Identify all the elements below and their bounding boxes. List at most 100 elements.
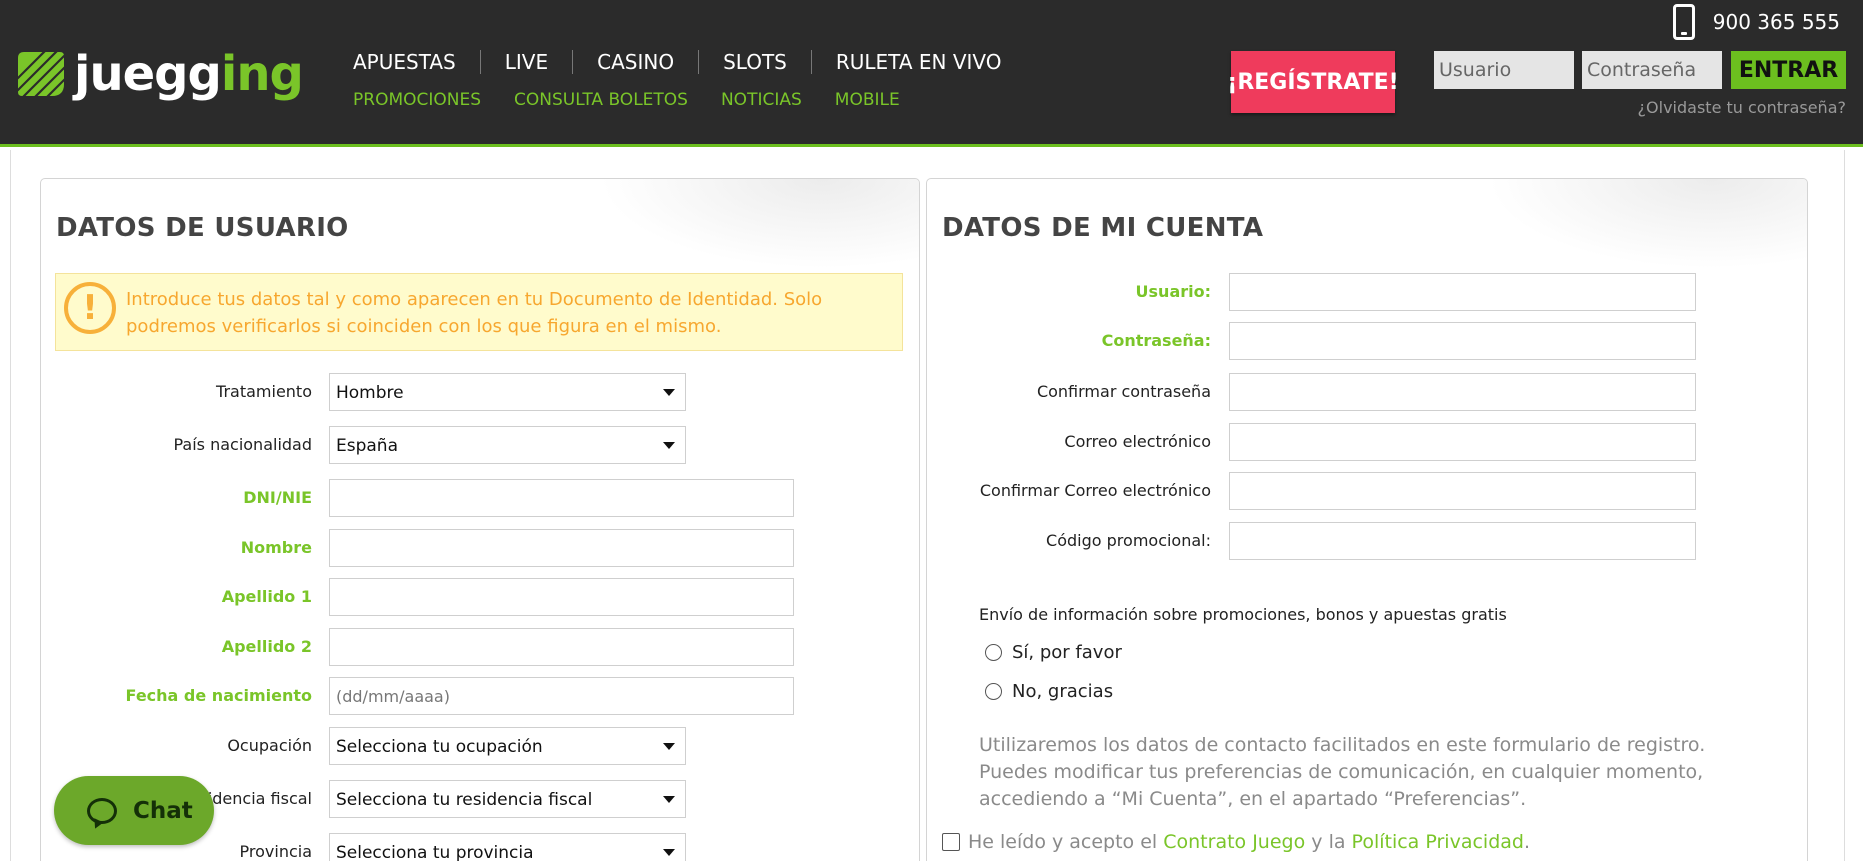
usuario-label: Usuario: (1135, 282, 1211, 301)
accept-terms-checkbox[interactable] (942, 833, 960, 851)
dni-row: DNI/NIE (41, 479, 901, 517)
ocupacion-select[interactable]: Selecciona tu ocupación (329, 727, 686, 765)
chevron-down-icon (663, 796, 675, 803)
codigo-input[interactable] (1229, 522, 1696, 560)
nav-ruleta-en-vivo[interactable]: RULETA EN VIVO (810, 50, 1026, 74)
confirmar-correo-label: Confirmar Correo electrónico (979, 481, 1211, 500)
radio-no[interactable] (985, 683, 1002, 700)
account-data-panel: DATOS DE MI CUENTA Usuario: Contraseña: … (926, 178, 1808, 861)
nav-slots[interactable]: SLOTS (698, 50, 811, 74)
contrasena-label: Contraseña: (1101, 331, 1211, 350)
tratamiento-value: Hombre (336, 383, 404, 403)
logo-mark-icon (18, 52, 64, 96)
pais-value: España (336, 436, 398, 456)
logo-text-accent: ing (220, 46, 304, 102)
accept-prefix: He leído y acepto el (968, 831, 1158, 853)
provincia-label: Provincia (239, 842, 312, 861)
chat-bubble-icon (87, 797, 117, 824)
fecha-row: Fecha de nacimiento (41, 677, 901, 715)
confirmar-contrasena-label: Confirmar contraseña (1036, 382, 1211, 401)
confirmar-contrasena-row: Confirmar contraseña (927, 373, 1787, 411)
correo-input[interactable] (1229, 423, 1696, 461)
apellido1-row: Apellido 1 (41, 578, 901, 616)
confirmar-contrasena-input[interactable] (1229, 373, 1696, 411)
logo-text-main: juegg (74, 46, 222, 102)
nombre-input[interactable] (329, 529, 794, 567)
ocupacion-label: Ocupación (227, 736, 312, 755)
promo-no-option[interactable]: No, gracias (985, 681, 1113, 702)
pais-select[interactable]: España (329, 426, 686, 464)
logo[interactable]: juegging (14, 46, 304, 102)
ocupacion-row: Ocupación Selecciona tu ocupación (41, 727, 901, 765)
usuario-row: Usuario: (927, 273, 1787, 311)
correo-row: Correo electrónico (927, 423, 1787, 461)
nav-consulta-boletos[interactable]: CONSULTA BOLETOS (514, 89, 688, 111)
register-button[interactable]: ¡REGÍSTRATE! (1227, 51, 1399, 113)
fecha-label: Fecha de nacimiento (125, 686, 312, 705)
accept-suffix: . (1523, 831, 1531, 853)
chevron-down-icon (663, 743, 675, 750)
nombre-row: Nombre (41, 529, 901, 567)
user-data-panel: DATOS DE USUARIO ! Introduce tus datos t… (40, 178, 920, 861)
chevron-down-icon (663, 849, 675, 856)
account-data-title: DATOS DE MI CUENTA (942, 213, 1264, 243)
provincia-select[interactable]: Selecciona tu provincia (329, 833, 686, 861)
user-data-title: DATOS DE USUARIO (56, 213, 349, 243)
nav-casino[interactable]: CASINO (572, 50, 698, 74)
accept-terms-row: He leído y acepto el Contrato Juego y la… (942, 831, 1530, 853)
promo-no-label: No, gracias (1012, 681, 1114, 702)
nombre-label: Nombre (240, 538, 312, 557)
accept-middle: y la (1311, 831, 1346, 853)
confirmar-correo-input[interactable] (1229, 472, 1696, 510)
login-submit-button[interactable]: ENTRAR (1731, 51, 1846, 89)
nav-noticias[interactable]: NOTICIAS (721, 89, 802, 111)
dni-label: DNI/NIE (243, 488, 312, 507)
apellido2-row: Apellido 2 (41, 628, 901, 666)
phone-number: 900 365 555 (1712, 10, 1840, 34)
correo-label: Correo electrónico (1064, 432, 1211, 451)
confirmar-correo-row: Confirmar Correo electrónico (927, 472, 1787, 510)
nav-promociones[interactable]: PROMOCIONES (353, 89, 481, 111)
secondary-nav: PROMOCIONES CONSULTA BOLETOS NOTICIAS MO… (353, 89, 933, 111)
privacy-notice: Utilizaremos los datos de contacto facil… (979, 734, 1706, 810)
login-password-input[interactable] (1582, 51, 1722, 89)
phone-contact: 900 365 555 (1672, 4, 1840, 40)
residencia-value: Selecciona tu residencia fiscal (336, 790, 593, 810)
nav-live[interactable]: LIVE (479, 50, 572, 74)
dni-input[interactable] (329, 479, 794, 517)
identity-notice-text: Introduce tus datos tal y como aparecen … (126, 289, 823, 337)
forgot-password-link[interactable]: ¿Olvidaste tu contraseña? (1638, 98, 1846, 117)
fecha-input[interactable] (329, 677, 794, 715)
contrasena-row: Contraseña: (927, 322, 1787, 360)
apellido2-label: Apellido 2 (221, 637, 312, 656)
login-username-input[interactable] (1434, 51, 1574, 89)
radio-yes[interactable] (985, 644, 1002, 661)
politica-privacidad-link[interactable]: Política Privacidad (1352, 831, 1524, 853)
apellido1-label: Apellido 1 (221, 587, 312, 606)
tratamiento-select[interactable]: Hombre (329, 373, 686, 411)
ocupacion-value: Selecciona tu ocupación (336, 737, 543, 757)
site-header: juegging APUESTAS LIVE CASINO SLOTS RULE… (0, 0, 1863, 147)
primary-nav: APUESTAS LIVE CASINO SLOTS RULETA EN VIV… (353, 50, 1025, 74)
main-content: DATOS DE USUARIO ! Introduce tus datos t… (10, 150, 1845, 861)
apellido1-input[interactable] (329, 578, 794, 616)
chat-button[interactable]: Chat (54, 776, 214, 845)
promo-yes-label: Sí, por favor (1012, 642, 1122, 663)
promo-question: Envío de información sobre promociones, … (979, 605, 1507, 624)
pais-row: País nacionalidad España (41, 426, 901, 464)
chevron-down-icon (663, 389, 675, 396)
mobile-phone-icon (1672, 4, 1695, 40)
contrasena-input[interactable] (1229, 322, 1696, 360)
residencia-select[interactable]: Selecciona tu residencia fiscal (329, 780, 686, 818)
tratamiento-label: Tratamiento (216, 382, 312, 401)
chevron-down-icon (663, 442, 675, 449)
usuario-input[interactable] (1229, 273, 1696, 311)
contrato-juego-link[interactable]: Contrato Juego (1163, 831, 1305, 853)
pais-label: País nacionalidad (173, 435, 312, 454)
nav-mobile[interactable]: MOBILE (835, 89, 900, 111)
apellido2-input[interactable] (329, 628, 794, 666)
identity-notice: ! Introduce tus datos tal y como aparece… (55, 273, 903, 351)
tratamiento-row: Tratamiento Hombre (41, 373, 901, 411)
nav-apuestas[interactable]: APUESTAS (353, 50, 480, 74)
promo-yes-option[interactable]: Sí, por favor (985, 642, 1122, 663)
